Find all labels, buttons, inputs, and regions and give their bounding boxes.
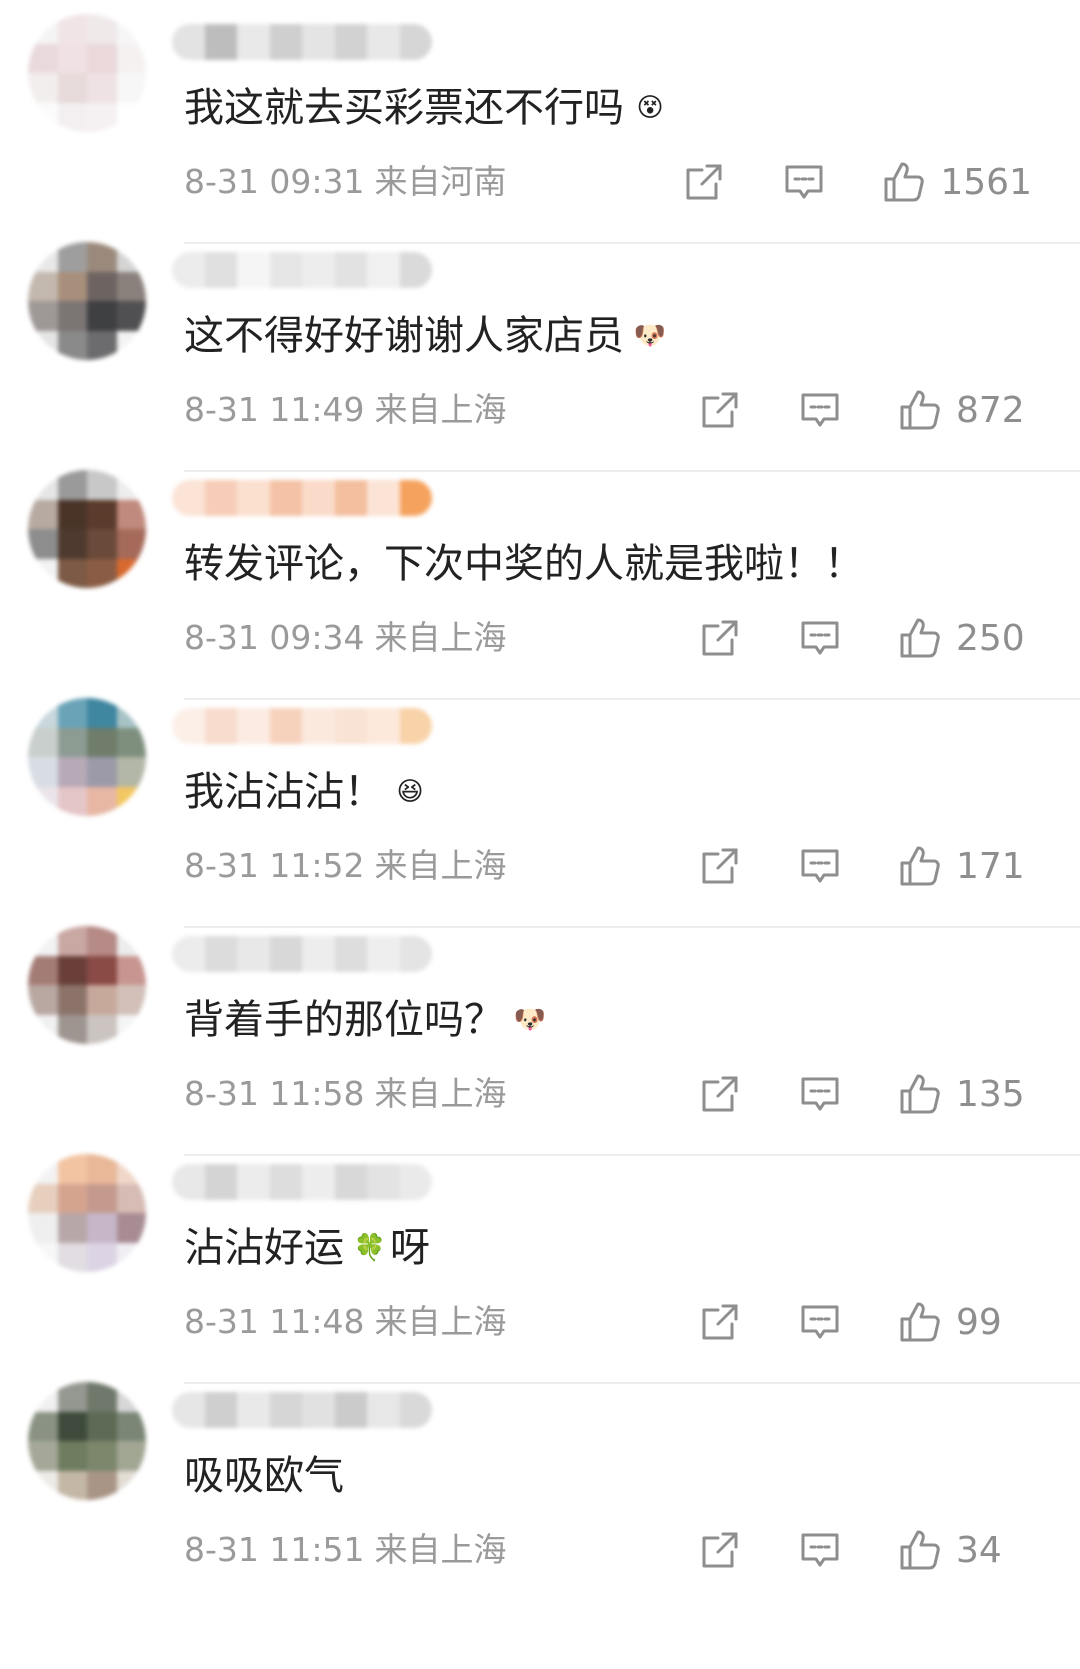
comment-actions: 135 — [698, 1068, 1032, 1120]
like-count: 171 — [956, 845, 1025, 887]
thumbs-up-icon[interactable] — [898, 388, 942, 432]
comment-text: 我这就去买彩票还不行吗 😵 — [184, 80, 670, 136]
thumbs-up-icon[interactable] — [898, 1528, 942, 1572]
comment-actions: 1561 — [682, 156, 1032, 208]
doge-emoji: 🐶 — [513, 1005, 547, 1035]
comment-date: 8-31 09:34 — [184, 618, 365, 657]
comment-text-content: 我这就去买彩票还不行吗 — [184, 85, 624, 131]
comment-item: 我沾沾沾！ 😆 8-31 11:52 来自上海 171 — [0, 684, 1080, 928]
comment-item: 背着手的那位吗？ 🐶 8-31 11:58 来自上海 135 — [0, 912, 1080, 1156]
username-blurred[interactable] — [172, 1164, 432, 1200]
comment-text-content: 这不得好好谢谢人家店员 — [184, 313, 624, 359]
comment-actions: 34 — [698, 1524, 1032, 1576]
comment-text: 沾沾好运 🍀 呀 — [184, 1220, 430, 1276]
comment-actions: 99 — [698, 1296, 1032, 1348]
comment-location: 来自上海 — [374, 1302, 507, 1341]
comment-list: 我这就去买彩票还不行吗 😵 8-31 09:31 来自河南 1561 这不得好好谢… — [0, 0, 1080, 1669]
comment-text: 这不得好好谢谢人家店员 🐶 — [184, 308, 670, 364]
comment-icon[interactable] — [798, 616, 842, 660]
username-blurred[interactable] — [172, 936, 432, 972]
comment-meta: 8-31 09:34 来自上海 — [184, 616, 507, 660]
share-icon[interactable] — [698, 616, 742, 660]
avatar[interactable] — [28, 1382, 146, 1500]
comment-location: 来自上海 — [374, 390, 507, 429]
comment-item: 转发评论，下次中奖的人就是我啦！！ 8-31 09:34 来自上海 250 — [0, 456, 1080, 700]
comment-item: 沾沾好运 🍀 呀 8-31 11:48 来自上海 99 — [0, 1140, 1080, 1384]
comment-meta: 8-31 11:51 来自上海 — [184, 1528, 507, 1572]
thumbs-up-icon[interactable] — [898, 1300, 942, 1344]
comment-icon[interactable] — [798, 844, 842, 888]
like-count: 1561 — [940, 161, 1032, 203]
comment-date: 8-31 09:31 — [184, 162, 365, 201]
comment-actions: 250 — [698, 612, 1032, 664]
comment-item: 这不得好好谢谢人家店员 🐶 8-31 11:49 来自上海 872 — [0, 228, 1080, 472]
share-icon[interactable] — [698, 1072, 742, 1116]
thumbs-up-icon[interactable] — [882, 160, 926, 204]
comment-text: 转发评论，下次中奖的人就是我啦！！ — [184, 536, 864, 592]
username-blurred[interactable] — [172, 252, 432, 288]
comment-icon[interactable] — [798, 1072, 842, 1116]
comment-text-content: 转发评论，下次中奖的人就是我啦！！ — [184, 541, 864, 587]
excited-face-emoji: 😆 — [396, 777, 424, 807]
username-blurred[interactable] — [172, 480, 432, 516]
comment-date: 8-31 11:49 — [184, 390, 365, 429]
comment-text-content: 背着手的那位吗？ — [184, 997, 504, 1043]
avatar[interactable] — [28, 1154, 146, 1272]
four-leaf-clover-emoji: 🍀 — [353, 1233, 387, 1263]
share-icon[interactable] — [698, 388, 742, 432]
comment-icon[interactable] — [798, 388, 842, 432]
comment-text: 背着手的那位吗？ 🐶 — [184, 992, 550, 1048]
comment-meta: 8-31 09:31 来自河南 — [184, 160, 507, 204]
comment-meta: 8-31 11:49 来自上海 — [184, 388, 507, 432]
comment-meta: 8-31 11:48 来自上海 — [184, 1300, 507, 1344]
like-count: 34 — [956, 1529, 1002, 1571]
share-icon[interactable] — [698, 844, 742, 888]
comment-text: 我沾沾沾！ 😆 — [184, 764, 430, 820]
comment-date: 8-31 11:58 — [184, 1074, 365, 1113]
username-blurred[interactable] — [172, 708, 432, 744]
comment-meta: 8-31 11:52 来自上海 — [184, 844, 507, 888]
avatar[interactable] — [28, 14, 146, 132]
glasses-face-emoji: 😵 — [636, 93, 664, 123]
comment-icon[interactable] — [782, 160, 826, 204]
comment-actions: 872 — [698, 384, 1032, 436]
comment-actions: 171 — [698, 840, 1032, 892]
avatar[interactable] — [28, 242, 146, 360]
comment-text-after: 呀 — [390, 1225, 430, 1271]
comment-item: 我这就去买彩票还不行吗 😵 8-31 09:31 来自河南 1561 — [0, 0, 1080, 244]
share-icon[interactable] — [698, 1300, 742, 1344]
comment-location: 来自上海 — [374, 846, 507, 885]
like-count: 872 — [956, 389, 1025, 431]
avatar[interactable] — [28, 470, 146, 588]
avatar[interactable] — [28, 926, 146, 1044]
username-blurred[interactable] — [172, 1392, 432, 1428]
avatar[interactable] — [28, 698, 146, 816]
like-count: 99 — [956, 1301, 1002, 1343]
thumbs-up-icon[interactable] — [898, 1072, 942, 1116]
comment-icon[interactable] — [798, 1300, 842, 1344]
comment-date: 8-31 11:51 — [184, 1530, 365, 1569]
like-count: 250 — [956, 617, 1025, 659]
comment-text-content: 吸吸欧气 — [184, 1453, 344, 1499]
like-count: 135 — [956, 1073, 1025, 1115]
comment-date: 8-31 11:48 — [184, 1302, 365, 1341]
comment-icon[interactable] — [798, 1528, 842, 1572]
share-icon[interactable] — [698, 1528, 742, 1572]
comment-location: 来自河南 — [374, 162, 507, 201]
comment-location: 来自上海 — [374, 1074, 507, 1113]
comment-location: 来自上海 — [374, 618, 507, 657]
username-blurred[interactable] — [172, 24, 432, 60]
comment-item: 吸吸欧气 8-31 11:51 来自上海 34 — [0, 1368, 1080, 1612]
doge-emoji: 🐶 — [633, 321, 667, 351]
thumbs-up-icon[interactable] — [898, 844, 942, 888]
thumbs-up-icon[interactable] — [898, 616, 942, 660]
comment-text-content: 我沾沾沾！ — [184, 769, 384, 815]
comment-text: 吸吸欧气 — [184, 1448, 344, 1504]
comment-date: 8-31 11:52 — [184, 846, 365, 885]
comment-text-content: 沾沾好运 — [184, 1225, 344, 1271]
share-icon[interactable] — [682, 160, 726, 204]
comment-location: 来自上海 — [374, 1530, 507, 1569]
comment-meta: 8-31 11:58 来自上海 — [184, 1072, 507, 1116]
